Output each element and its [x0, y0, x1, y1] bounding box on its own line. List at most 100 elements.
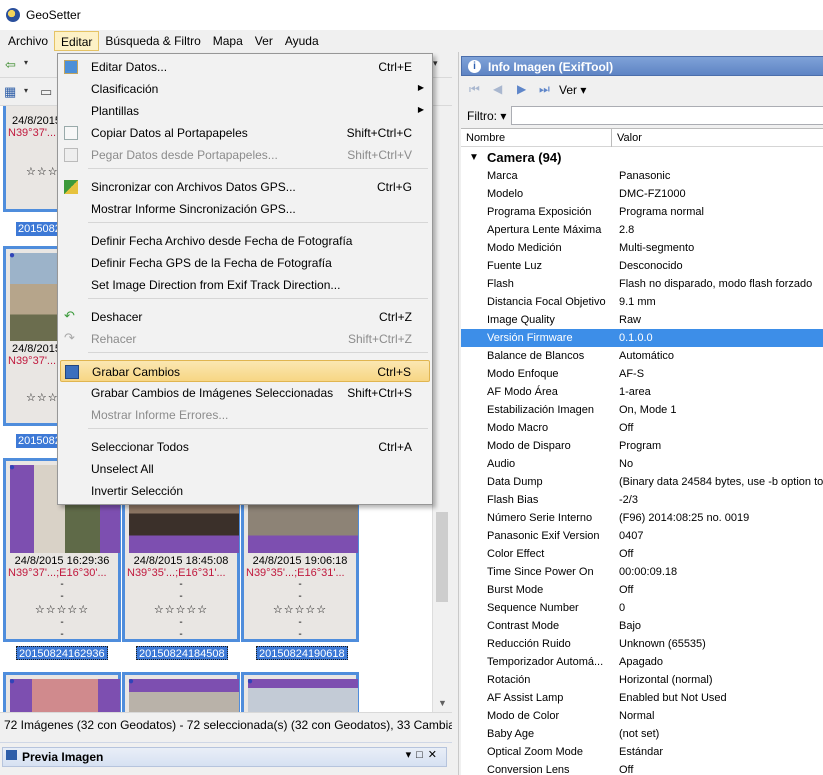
menu-invertir-seleccion[interactable]: Invertir Selección	[60, 480, 430, 502]
view-mode-dropdown-icon[interactable]: ▾	[24, 86, 28, 95]
exif-row[interactable]: Estabilización Imagen On, Mode 1	[461, 401, 823, 419]
exif-row[interactable]: AF Modo Área 1-area	[461, 383, 823, 401]
panel-toggle-icon[interactable]: ▭	[40, 84, 52, 100]
exif-row[interactable]: Apertura Lente Máxima 2.8	[461, 221, 823, 239]
menu-image-direction[interactable]: Set Image Direction from Exif Track Dire…	[60, 274, 430, 296]
panel-window-buttons[interactable]: ▾□✕	[406, 748, 442, 761]
exif-row[interactable]: AF Assist Lamp Enabled but Not Used	[461, 689, 823, 707]
exif-row[interactable]: Flash Bias -2/3	[461, 491, 823, 509]
exif-row[interactable]: Modo de Disparo Program	[461, 437, 823, 455]
back-arrow-icon[interactable]: ⇦	[5, 57, 16, 73]
menu-copiar-datos[interactable]: Copiar Datos al Portapapeles Shift+Ctrl+…	[60, 122, 430, 144]
menu-seleccionar-todos[interactable]: Seleccionar Todos Ctrl+A	[60, 436, 430, 458]
geotag-pin-icon: ●	[247, 676, 254, 687]
menu-unselect-all[interactable]: Unselect All	[60, 458, 430, 480]
exif-row[interactable]: Sequence Number 0	[461, 599, 823, 617]
exif-row-value: 0	[619, 602, 626, 614]
back-dropdown-icon[interactable]: ▾	[24, 58, 28, 67]
menu-pegar-datos[interactable]: Pegar Datos desde Portapapeles... Shift+…	[60, 144, 430, 166]
toolbar-dropdown-icon[interactable]: ▾	[433, 58, 438, 69]
exif-row[interactable]: Modo Enfoque AF-S	[461, 365, 823, 383]
exif-row[interactable]: Time Since Power On 00:00:09.18	[461, 563, 823, 581]
exif-group-camera[interactable]: ▼ Camera (94)	[461, 149, 823, 167]
thumbnail-scrollbar[interactable]: ▼	[432, 106, 452, 712]
exif-row[interactable]: Marca Panasonic	[461, 167, 823, 185]
exif-row[interactable]: Modo Medición Multi-segmento	[461, 239, 823, 257]
ver-dropdown[interactable]: Ver ▾	[559, 83, 586, 97]
exif-row-name: Distancia Focal Objetivo	[487, 296, 606, 308]
exif-row[interactable]: Número Serie Interno (F96) 2014:08:25 no.…	[461, 509, 823, 527]
thumbnail-field: -	[60, 579, 64, 590]
menu-clasificacion[interactable]: Clasificación ▶	[60, 78, 430, 100]
menu-mapa[interactable]: Mapa	[207, 31, 249, 51]
scroll-down-icon[interactable]: ▼	[438, 698, 447, 708]
first-image-icon[interactable]: ⏮	[469, 82, 480, 97]
menu-archivo[interactable]: Archivo	[2, 31, 54, 51]
submenu-arrow-icon: ▶	[417, 105, 424, 114]
exif-row[interactable]: Burst Mode Off	[461, 581, 823, 599]
exif-row-name: Número Serie Interno	[487, 512, 593, 524]
exif-row-value: Horizontal (normal)	[619, 674, 713, 686]
menu-deshacer[interactable]: ↶ Deshacer Ctrl+Z	[60, 306, 430, 328]
exif-row[interactable]: Contrast Mode Bajo	[461, 617, 823, 635]
exif-row[interactable]: Audio No	[461, 455, 823, 473]
exif-row[interactable]: Fuente Luz Desconocido	[461, 257, 823, 275]
column-valor[interactable]: Valor	[617, 132, 642, 144]
exif-row[interactable]: Conversion Lens Off	[461, 761, 823, 775]
collapse-triangle-icon[interactable]: ▼	[469, 152, 479, 163]
exif-row[interactable]: Panasonic Exif Version 0407	[461, 527, 823, 545]
filter-input[interactable]	[511, 106, 823, 125]
exif-row-value: (not set)	[619, 728, 660, 740]
exif-row[interactable]: Data Dump (Binary data 24584 bytes, use -…	[461, 473, 823, 491]
rating-stars[interactable]: ☆☆☆☆☆	[6, 603, 118, 616]
exif-row[interactable]: Rotación Horizontal (normal)	[461, 671, 823, 689]
exif-row[interactable]: Temporizador Automá... Apagado	[461, 653, 823, 671]
exif-row[interactable]: Optical Zoom Mode Estándar	[461, 743, 823, 761]
menu-grabar-cambios[interactable]: Grabar Cambios Ctrl+S	[60, 360, 430, 382]
exif-row[interactable]: Balance de Blancos Automático	[461, 347, 823, 365]
menu-item-label: Definir Fecha Archivo desde Fecha de Fot…	[91, 234, 353, 248]
rating-stars[interactable]: ☆☆☆☆☆	[125, 603, 237, 616]
menu-plantillas[interactable]: Plantillas ▶	[60, 100, 430, 122]
menu-rehacer[interactable]: ↷ Rehacer Shift+Ctrl+Z	[60, 328, 430, 350]
exif-row-name: Marca	[487, 170, 518, 182]
last-image-icon[interactable]: ⏭	[539, 82, 550, 97]
scrollbar-thumb[interactable]	[436, 512, 448, 602]
exif-row[interactable]: Versión Firmware 0.1.0.0	[461, 329, 823, 347]
info-panel-title: Info Imagen (ExifTool)	[488, 60, 614, 74]
filter-dropdown[interactable]: Filtro: ▾	[467, 109, 506, 123]
exif-row[interactable]: Reducción Ruido Unknown (65535)	[461, 635, 823, 653]
menu-fecha-gps[interactable]: Definir Fecha GPS de la Fecha de Fotogra…	[60, 252, 430, 274]
menu-ayuda[interactable]: Ayuda	[279, 31, 325, 51]
menu-grabar-seleccionadas[interactable]: Grabar Cambios de Imágenes Seleccionadas…	[60, 382, 430, 404]
rating-stars[interactable]: ☆☆☆☆☆	[244, 603, 356, 616]
exif-row[interactable]: Modo de Color Normal	[461, 707, 823, 725]
next-image-icon[interactable]: ▶	[517, 82, 526, 96]
exif-row[interactable]: Modelo DMC-FZ1000	[461, 185, 823, 203]
exif-row[interactable]: Programa Exposición Programa normal	[461, 203, 823, 221]
thumbnail-card[interactable]: ●	[122, 672, 240, 712]
exif-row[interactable]: Baby Age (not set)	[461, 725, 823, 743]
exif-row[interactable]: Distancia Focal Objetivo 9.1 mm	[461, 293, 823, 311]
geotag-pin-icon: ●	[9, 676, 16, 687]
exif-row[interactable]: Flash Flash no disparado, modo flash forz…	[461, 275, 823, 293]
previous-image-icon[interactable]: ◀	[493, 82, 502, 96]
menu-editar-datos[interactable]: Editar Datos... Ctrl+E	[60, 56, 430, 78]
menu-busqueda-filtro[interactable]: Búsqueda & Filtro	[99, 31, 206, 51]
column-separator[interactable]	[611, 129, 612, 147]
menu-item-shortcut: Shift+Ctrl+S	[347, 386, 412, 400]
menu-ver[interactable]: Ver	[249, 31, 279, 51]
menu-informe-gps[interactable]: Mostrar Informe Sincronización GPS...	[60, 198, 430, 220]
menu-informe-errores[interactable]: Mostrar Informe Errores...	[60, 404, 430, 426]
menu-editar[interactable]: Editar	[54, 31, 100, 51]
menu-sincronizar-gps[interactable]: Sincronizar con Archivos Datos GPS... Ct…	[60, 176, 430, 198]
thumbnail-card[interactable]: ●	[241, 672, 359, 712]
thumbnail-card[interactable]: ●	[3, 672, 121, 712]
view-mode-icon[interactable]: ▦	[4, 84, 16, 100]
exif-row-name: Time Since Power On	[487, 566, 594, 578]
column-nombre[interactable]: Nombre	[466, 132, 505, 144]
menu-fecha-archivo[interactable]: Definir Fecha Archivo desde Fecha de Fot…	[60, 230, 430, 252]
exif-row[interactable]: Color Effect Off	[461, 545, 823, 563]
exif-row[interactable]: Image Quality Raw	[461, 311, 823, 329]
exif-row[interactable]: Modo Macro Off	[461, 419, 823, 437]
